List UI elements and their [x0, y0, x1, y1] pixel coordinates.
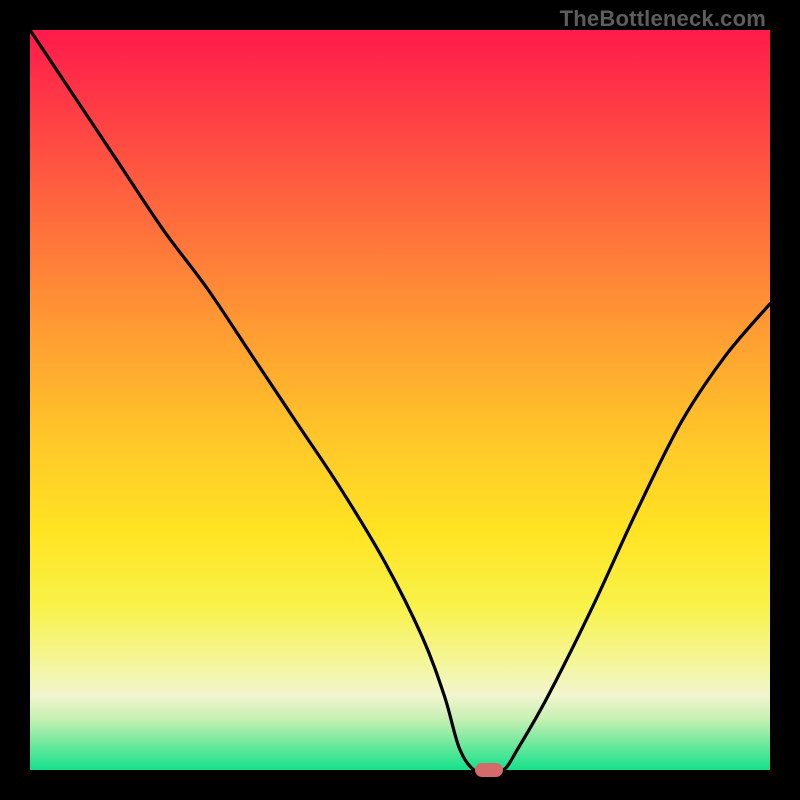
plot-area — [30, 30, 770, 770]
gradient-background — [30, 30, 770, 770]
chart-frame: TheBottleneck.com — [0, 0, 800, 800]
watermark-text: TheBottleneck.com — [560, 6, 766, 32]
optimal-marker — [475, 763, 503, 777]
